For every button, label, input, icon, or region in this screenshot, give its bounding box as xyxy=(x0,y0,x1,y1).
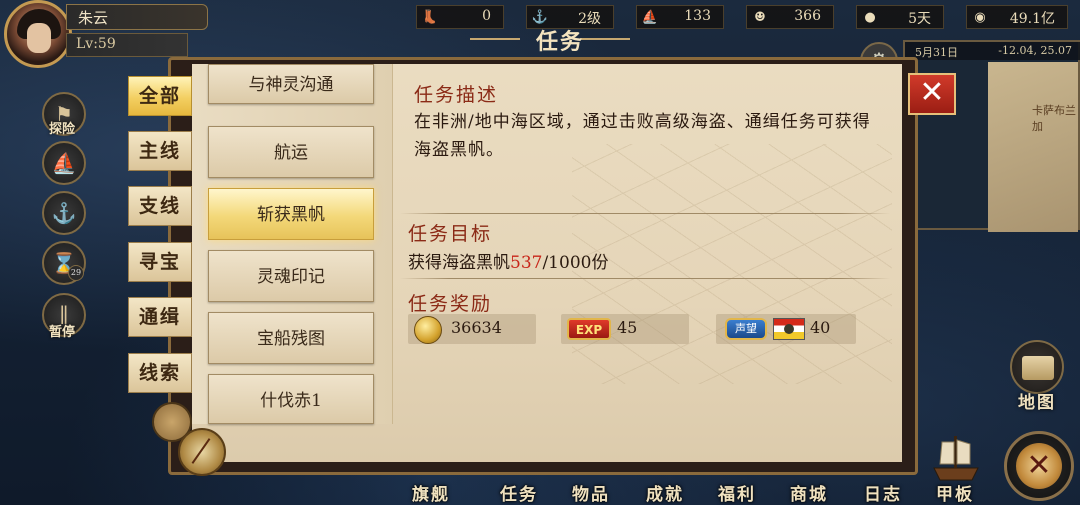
compass-icon xyxy=(178,428,226,476)
pause-label: 暂停 xyxy=(48,325,75,340)
quest-item[interactable]: 什伐赤1 xyxy=(208,374,374,424)
quest-item[interactable]: 灵魂印记 xyxy=(208,250,374,302)
tab-main[interactable]: 主线 xyxy=(128,131,192,171)
minimap-header: 5月31日 -12.04, 25.07 xyxy=(905,42,1080,60)
scroll-map-icon xyxy=(1022,356,1054,380)
objective-current: 537 xyxy=(510,253,543,273)
resource-sailors[interactable]: ☻ 366 xyxy=(746,5,834,29)
nav-items[interactable]: 物品 xyxy=(572,480,610,505)
quest-list-column[interactable] xyxy=(192,64,393,424)
reward-title: 任务奖励 xyxy=(408,293,493,315)
nav-log[interactable]: 日志 xyxy=(864,480,902,505)
quest-item[interactable]: 与神灵沟通 xyxy=(208,64,374,104)
sailor-icon: ☻ xyxy=(754,9,766,25)
nav-achievements[interactable]: 成就 xyxy=(646,480,684,505)
minimap-coords: -12.04, 25.07 xyxy=(998,44,1072,57)
player-avatar[interactable] xyxy=(4,0,72,68)
nav-welfare[interactable]: 福利 xyxy=(718,480,756,505)
reward-gold-value: 36634 xyxy=(451,318,502,337)
quest-objective: 获得海盗黑帆537/1000份 xyxy=(408,253,609,273)
tab-wanted[interactable]: 通缉 xyxy=(128,297,192,337)
divider xyxy=(400,278,890,279)
tab-side[interactable]: 支线 xyxy=(128,186,192,226)
objective-title: 任务目标 xyxy=(408,223,493,245)
anchor-icon: ⚓ xyxy=(51,201,77,225)
ship-icon: ⛵ xyxy=(51,151,77,175)
quest-item[interactable]: 宝船残图 xyxy=(208,312,374,364)
action-button[interactable]: ✕ xyxy=(1004,431,1074,501)
exp-badge-icon: EXP xyxy=(567,318,611,340)
divider xyxy=(400,213,890,214)
minimap-place-label: 卡萨布兰加 xyxy=(1032,104,1076,133)
hourglass-badge: 29 xyxy=(68,265,84,281)
map-label: 地图 xyxy=(1018,393,1056,413)
close-button[interactable]: ✕ xyxy=(908,73,956,115)
description-title: 任务描述 xyxy=(414,84,499,106)
reputation-badge-icon: 声望 xyxy=(725,318,767,340)
tab-all[interactable]: 全部 xyxy=(128,76,192,116)
anchor-button[interactable]: ⚓ xyxy=(42,191,86,235)
crossed-swords-icon: ✕ xyxy=(1016,443,1062,489)
close-icon: ✕ xyxy=(919,75,945,110)
player-level: Lv:59 xyxy=(76,36,116,52)
minimap[interactable] xyxy=(903,40,1080,232)
boot-icon: 👢 xyxy=(421,9,439,25)
resource-food[interactable]: ● 5天 xyxy=(856,5,944,29)
gold-coin-icon: ◉ xyxy=(974,9,986,25)
quest-item-selected[interactable]: 斩获黑帆 xyxy=(208,188,374,240)
gold-coin-icon xyxy=(414,316,442,344)
nav-flagship[interactable]: 旗舰 xyxy=(412,480,450,505)
minimap-date: 5月31日 xyxy=(915,46,958,59)
reward-exp-value: 45 xyxy=(617,318,638,337)
nav-shop[interactable]: 商城 xyxy=(790,480,828,505)
quest-description: 在非洲/地中海区域，通过击败高级海盗、通缉任务可获得海盗黑帆。 xyxy=(414,112,871,160)
reward-reputation-value: 40 xyxy=(810,318,831,337)
nation-flag-icon xyxy=(773,318,805,340)
nav-quests[interactable]: 任务 xyxy=(500,480,538,505)
tab-clues[interactable]: 线索 xyxy=(128,353,192,393)
player-name: 朱云 xyxy=(78,9,109,27)
ship-crew-icon: ⛵ xyxy=(641,9,659,25)
nav-deck[interactable]: 甲板 xyxy=(936,480,974,505)
deck-ship-icon[interactable] xyxy=(928,432,984,484)
bread-icon: ● xyxy=(864,9,876,25)
resource-gold[interactable]: ◉ 49.1亿 xyxy=(966,5,1068,29)
ship-button[interactable]: ⛵ xyxy=(42,141,86,185)
window-title: 任务 xyxy=(535,29,584,55)
tab-treasure[interactable]: 寻宝 xyxy=(128,242,192,282)
map-button[interactable] xyxy=(1010,340,1064,394)
quest-item[interactable]: 航运 xyxy=(208,126,374,178)
resource-crew[interactable]: ⛵ 133 xyxy=(636,5,724,29)
explore-label: 探险 xyxy=(48,122,75,137)
